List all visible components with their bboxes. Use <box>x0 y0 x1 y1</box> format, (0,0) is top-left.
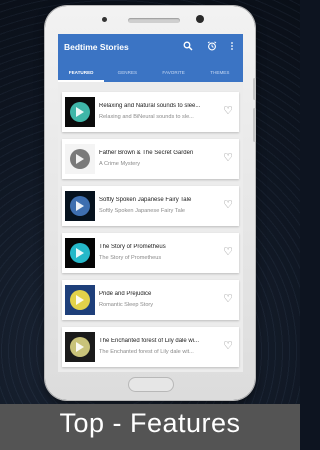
tab-themes[interactable]: THEMES <box>197 64 243 82</box>
story-card[interactable]: Softly Spoken Japanese Fairy Tale Softly… <box>62 186 239 226</box>
phone-home-button[interactable] <box>128 377 174 392</box>
tab-genres[interactable]: GENRES <box>104 64 150 82</box>
story-title: Relaxing and Natural sounds to slee... <box>99 103 201 109</box>
story-thumbnail <box>65 191 95 221</box>
app-screen: Bedtime Stories FEATURED GENRES FAVORITE… <box>58 34 243 372</box>
app-bar: Bedtime Stories <box>58 34 243 64</box>
phone-volume-button <box>253 108 256 142</box>
story-subtitle: The Enchanted forest of Lily dale wit... <box>99 349 194 355</box>
phone-sensor <box>102 17 107 22</box>
story-card[interactable]: Father Brown & The Secret Garden A Crime… <box>62 139 239 179</box>
story-card[interactable]: Pride and Prejudice Romantic Sleep Story… <box>62 280 239 320</box>
phone-side-button <box>253 78 256 100</box>
story-title: Father Brown & The Secret Garden <box>99 150 194 156</box>
story-card[interactable]: Relaxing and Natural sounds to slee... R… <box>62 92 239 132</box>
search-icon[interactable] <box>183 41 193 53</box>
story-subtitle: Relaxing and BiNeural sounds to sle... <box>99 114 194 120</box>
alarm-icon[interactable] <box>207 41 217 53</box>
favorite-heart-icon[interactable]: ♡ <box>222 199 234 211</box>
story-subtitle: Romantic Sleep Story <box>99 302 154 308</box>
phone-camera <box>196 15 204 23</box>
favorite-heart-icon[interactable]: ♡ <box>222 246 234 258</box>
story-title: Softly Spoken Japanese Fairy Tale <box>99 197 192 203</box>
story-subtitle: The Story of Prometheus <box>99 255 162 261</box>
story-title: The Story of Prometheus <box>99 244 166 250</box>
caption-text: Top - Features <box>59 408 241 438</box>
story-title: The Enchanted forest of Lily dale wi... <box>99 338 200 344</box>
story-thumbnail <box>65 332 95 362</box>
favorite-heart-icon[interactable]: ♡ <box>222 105 234 117</box>
phone-speaker <box>128 18 180 23</box>
tab-featured[interactable]: FEATURED <box>58 64 105 82</box>
story-card[interactable]: The Story of Prometheus The Story of Pro… <box>62 233 239 273</box>
story-thumbnail <box>65 97 95 127</box>
tab-favorite[interactable]: FAVORITE <box>151 64 197 82</box>
app-title: Bedtime Stories <box>64 42 129 52</box>
favorite-heart-icon[interactable]: ♡ <box>222 152 234 164</box>
tab-bar: FEATURED GENRES FAVORITE THEMES <box>58 64 243 82</box>
story-thumbnail <box>65 285 95 315</box>
story-title: Pride and Prejudice <box>99 291 152 297</box>
story-subtitle: Softly Spoken Japanese Fairy Tale <box>99 208 186 214</box>
story-thumbnail <box>65 238 95 268</box>
story-thumbnail <box>65 144 95 174</box>
story-subtitle: A Crime Mystery <box>99 161 141 167</box>
more-vert-icon[interactable] <box>227 41 237 53</box>
favorite-heart-icon[interactable]: ♡ <box>222 340 234 352</box>
story-card[interactable]: The Enchanted forest of Lily dale wi... … <box>62 327 239 367</box>
favorite-heart-icon[interactable]: ♡ <box>222 293 234 305</box>
